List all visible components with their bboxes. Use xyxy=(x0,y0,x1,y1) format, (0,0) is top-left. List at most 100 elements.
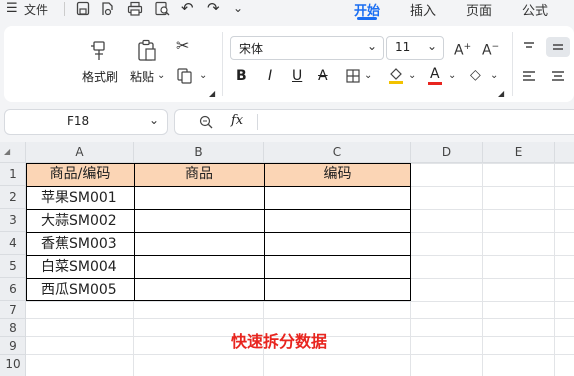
font-size-value: 11 xyxy=(395,40,411,54)
active-tab-indicator xyxy=(357,17,377,20)
paste-label[interactable]: 粘贴 xyxy=(130,68,154,85)
chevron-down-icon[interactable]: ⌄ xyxy=(149,112,159,128)
row-header-8[interactable]: 8 xyxy=(0,319,26,337)
fill-color-icon[interactable] xyxy=(388,66,404,84)
column-header-b[interactable]: B xyxy=(134,142,264,163)
undo-icon[interactable]: ↶ xyxy=(181,0,194,16)
row-header-6[interactable]: 6 xyxy=(0,278,26,301)
row-header-10[interactable]: 10 xyxy=(0,355,26,376)
gridline xyxy=(554,163,555,376)
gridline xyxy=(410,301,411,376)
divider xyxy=(222,32,223,96)
row-header-4[interactable]: 4 xyxy=(0,232,26,255)
column-header-a[interactable]: A xyxy=(26,142,134,163)
gridline xyxy=(411,278,574,279)
font-name-select[interactable]: 宋体 ⌄ xyxy=(230,36,384,60)
gridline xyxy=(26,354,574,355)
chevron-down-icon[interactable]: ⌄ xyxy=(364,68,372,84)
header-cell-a1[interactable]: 商品/编码 xyxy=(26,163,134,186)
name-box[interactable]: F18 ⌄ xyxy=(4,109,168,135)
column-header-c[interactable]: C xyxy=(264,142,411,163)
caption-text: 快速拆分数据 xyxy=(231,332,328,351)
cell-a4[interactable]: 香蕉SM003 xyxy=(26,233,134,255)
paste-icon[interactable] xyxy=(136,39,158,63)
file-menu[interactable]: 文件 xyxy=(24,1,48,18)
row-header-1[interactable]: 1 xyxy=(0,163,26,186)
corner-triangle-icon: ◢ xyxy=(4,147,11,156)
font-color-swatch xyxy=(428,82,442,85)
strikethrough-button[interactable]: A xyxy=(318,68,328,84)
gridline xyxy=(411,209,574,210)
row-header-9[interactable]: 9 xyxy=(0,337,26,355)
formula-input-box: fx xyxy=(174,109,574,135)
divider xyxy=(257,114,258,130)
italic-button[interactable]: I xyxy=(268,68,272,84)
hamburger-icon[interactable]: ☰ xyxy=(6,1,18,17)
cell-a3[interactable]: 大蒜SM002 xyxy=(26,210,134,232)
tab-insert[interactable]: 插入 xyxy=(410,0,436,19)
dialog-launcher-icon[interactable]: ◢ xyxy=(209,86,215,102)
format-painter-icon[interactable] xyxy=(88,40,110,62)
chevron-down-icon[interactable]: ⌄ xyxy=(233,0,243,16)
fx-icon[interactable]: fx xyxy=(231,113,243,128)
cell-a5[interactable]: 白菜SM004 xyxy=(26,256,134,278)
format-painter-label[interactable]: 格式刷 xyxy=(82,68,118,85)
align-left-icon[interactable] xyxy=(522,70,536,82)
underline-button[interactable]: U xyxy=(292,68,302,84)
cell-a6[interactable]: 西瓜SM005 xyxy=(26,279,134,301)
chevron-down-icon[interactable]: ⌄ xyxy=(490,68,498,84)
font-size-select[interactable]: 11 ⌄ xyxy=(386,36,444,60)
column-header-d[interactable]: D xyxy=(411,142,483,163)
header-cell-b1[interactable]: 商品 xyxy=(134,163,264,186)
font-color-button[interactable]: A xyxy=(430,66,440,82)
spreadsheet-grid: ◢ A B C D E 1 2 3 4 5 6 7 8 9 10 商品/编码 商… xyxy=(0,142,574,376)
formula-input[interactable] xyxy=(265,114,565,130)
menu-bar: ☰ 文件 ↶ ↷ ⌄ 开始 插入 页面 公式 xyxy=(0,0,574,20)
row-header-5[interactable]: 5 xyxy=(0,255,26,278)
align-middle-button[interactable] xyxy=(546,37,570,57)
gridline xyxy=(411,186,574,187)
decrease-font-icon[interactable]: A− xyxy=(482,39,499,59)
print-preview-icon[interactable] xyxy=(154,1,170,16)
dialog-launcher-icon[interactable]: ◢ xyxy=(498,86,504,102)
eraser-icon[interactable]: ◇ xyxy=(470,67,481,83)
tab-formula[interactable]: 公式 xyxy=(522,0,548,19)
header-cell-c1[interactable]: 编码 xyxy=(264,163,411,186)
column-header-e[interactable]: E xyxy=(483,142,555,163)
print-icon[interactable] xyxy=(127,1,143,16)
align-center-icon[interactable] xyxy=(551,70,565,82)
gridline xyxy=(482,163,483,376)
align-middle-icon xyxy=(553,44,563,50)
row-header-3[interactable]: 3 xyxy=(0,209,26,232)
row-header-2[interactable]: 2 xyxy=(0,186,26,209)
gridline xyxy=(411,255,574,256)
divider xyxy=(64,2,65,16)
cut-icon[interactable]: ✂ xyxy=(176,38,189,54)
cell-a2[interactable]: 苹果SM001 xyxy=(26,187,134,209)
select-all-corner[interactable]: ◢ xyxy=(0,142,26,163)
font-name-value: 宋体 xyxy=(239,42,264,56)
borders-icon[interactable] xyxy=(346,69,360,83)
data-table: 商品/编码 商品 编码 苹果SM001 大蒜SM002 香蕉SM003 白菜SM… xyxy=(26,163,411,301)
gridline xyxy=(26,301,574,302)
row-header-7[interactable]: 7 xyxy=(0,301,26,319)
save-icon[interactable] xyxy=(76,1,90,16)
zoom-search-icon[interactable] xyxy=(199,115,213,129)
column-header-f-partial[interactable] xyxy=(555,142,574,163)
chevron-down-icon[interactable]: ⌄ xyxy=(199,68,207,84)
increase-font-icon[interactable]: A+ xyxy=(454,39,471,59)
export-pdf-icon[interactable] xyxy=(100,1,114,16)
bold-button[interactable]: B xyxy=(236,68,247,84)
chevron-down-icon[interactable]: ⌄ xyxy=(157,68,165,84)
chevron-down-icon[interactable]: ⌄ xyxy=(408,68,416,84)
gridline xyxy=(411,232,574,233)
chevron-down-icon[interactable]: ⌄ xyxy=(448,68,456,84)
align-top-icon[interactable] xyxy=(522,40,536,52)
gridline xyxy=(411,163,574,164)
gridline xyxy=(133,301,134,376)
chevron-down-icon: ⌄ xyxy=(427,39,438,53)
tab-page[interactable]: 页面 xyxy=(466,0,492,19)
copy-icon[interactable] xyxy=(176,67,194,85)
redo-icon[interactable]: ↷ xyxy=(207,0,220,16)
chevron-down-icon: ⌄ xyxy=(367,39,378,53)
